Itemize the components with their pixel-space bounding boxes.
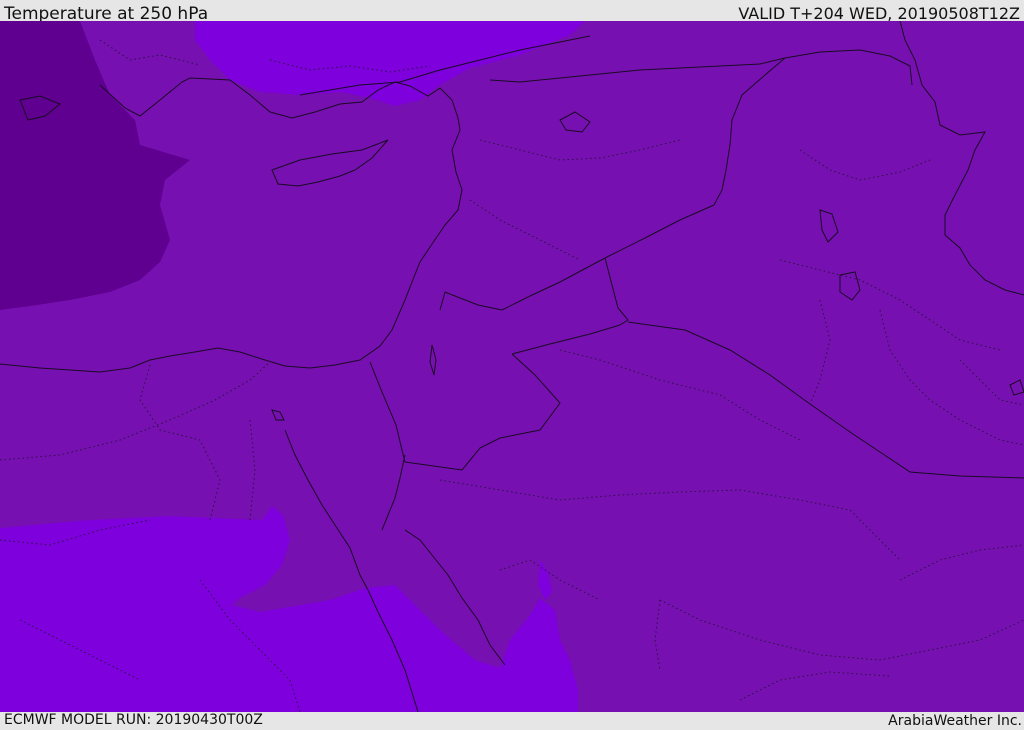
weather-map xyxy=(0,21,1024,712)
credit-label: ArabiaWeather Inc. xyxy=(888,713,1022,729)
model-run-label: ECMWF MODEL RUN: 20190430T00Z xyxy=(4,712,263,728)
